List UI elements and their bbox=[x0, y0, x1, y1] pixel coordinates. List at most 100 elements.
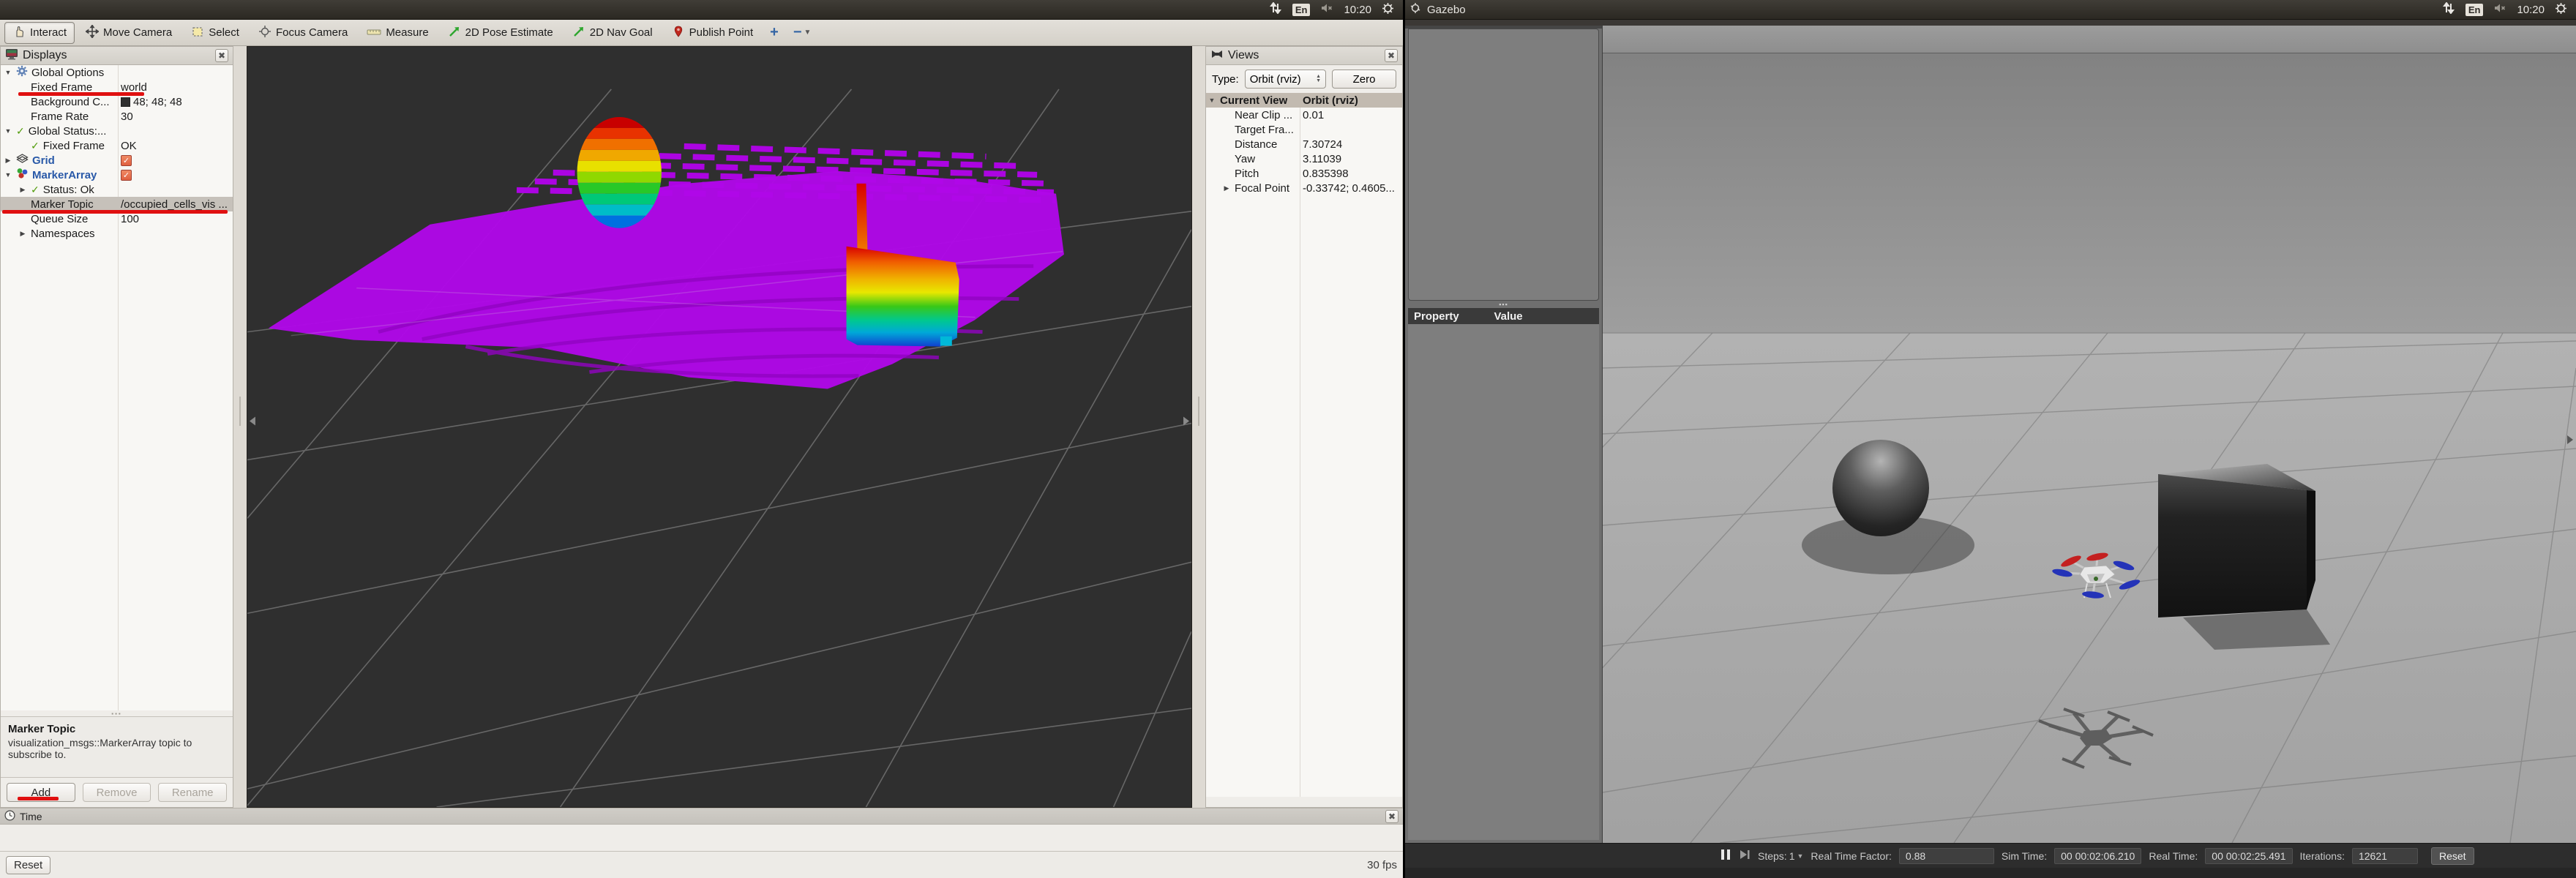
row-label: Fixed Frame bbox=[31, 80, 93, 94]
displays-remove-button: Remove bbox=[82, 783, 151, 802]
display-row-frame-rate[interactable]: Frame Rate 30 bbox=[1, 109, 233, 124]
display-row-background-c-[interactable]: Background C... 48; 48; 48 bbox=[1, 94, 233, 109]
row-value: world bbox=[121, 80, 147, 94]
remove-tool-button[interactable]: − ▼ bbox=[787, 24, 817, 41]
tool-publish-point[interactable]: Publish Point bbox=[664, 22, 762, 44]
close-icon[interactable]: ✖ bbox=[1385, 809, 1399, 823]
expander-open-icon[interactable]: ▼ bbox=[1208, 97, 1216, 104]
rtf-value: 0.88 bbox=[1898, 847, 1994, 864]
enabled-checkbox[interactable]: ✓ bbox=[121, 154, 132, 166]
expander-closed-icon[interactable]: ▶ bbox=[18, 230, 27, 238]
tool-focus-camera[interactable]: Focus Camera bbox=[250, 22, 356, 44]
display-row-global-status-[interactable]: ▼ ✓ Global Status:... bbox=[1, 124, 233, 138]
app-menu-title[interactable]: Gazebo bbox=[1427, 4, 1466, 16]
pose-arrow-icon bbox=[572, 25, 585, 41]
property-table-body[interactable] bbox=[1408, 324, 1599, 840]
session-gear-icon[interactable] bbox=[2555, 2, 2567, 18]
panel-resize-handle[interactable] bbox=[233, 46, 247, 808]
gazebo-sim-bar: Steps: 1 ▼ Real Time Factor: 0.88 Sim Ti… bbox=[1405, 843, 2576, 868]
expander-closed-icon[interactable]: ▶ bbox=[4, 157, 12, 165]
steps-value: 1 bbox=[1789, 849, 1795, 862]
rviz-3d-viewport[interactable] bbox=[247, 46, 1192, 808]
value-column: Value bbox=[1494, 309, 1523, 323]
marker-array-icon bbox=[16, 168, 29, 182]
gazebo-toolbar bbox=[1603, 26, 2576, 53]
expander-open-icon[interactable]: ▼ bbox=[4, 127, 12, 135]
view-prop-yaw[interactable]: Yaw 3.11039 bbox=[1206, 151, 1402, 166]
grid-icon bbox=[16, 154, 29, 167]
row-label: Grid bbox=[32, 154, 55, 167]
gazebo-reset-button[interactable]: Reset bbox=[2430, 847, 2474, 865]
octomap-wall-spike bbox=[856, 183, 868, 252]
pose-arrow-icon bbox=[448, 25, 461, 41]
steps-control[interactable]: Steps: 1 ▼ bbox=[1758, 850, 1803, 862]
tool-2d-pose-estimate[interactable]: 2D Pose Estimate bbox=[440, 22, 561, 44]
view-prop-target-fra-[interactable]: Target Fra... bbox=[1206, 122, 1402, 137]
displays-rename-button: Rename bbox=[158, 783, 228, 802]
row-label: Status: Ok bbox=[42, 183, 94, 196]
gazebo-window: ▪▪▪ Property Value Steps: 1 ▼ Real Time … bbox=[1405, 20, 2576, 878]
panel-splitter[interactable]: ▪▪▪ bbox=[1405, 301, 1602, 308]
row-value: /occupied_cells_vis ... bbox=[121, 198, 228, 211]
expander-open-icon[interactable]: ▼ bbox=[4, 69, 12, 76]
select-icon bbox=[191, 25, 204, 41]
gazebo-3d-viewport[interactable] bbox=[1603, 53, 2576, 843]
view-prop-near-clip-[interactable]: Near Clip ... 0.01 bbox=[1206, 108, 1402, 122]
time-title: Time bbox=[20, 810, 42, 822]
current-view-header[interactable]: ▼ Current View Orbit (rviz) bbox=[1206, 93, 1402, 108]
network-updown-icon[interactable] bbox=[1269, 1, 1282, 17]
tool-measure[interactable]: Measure bbox=[359, 22, 436, 44]
displays-add-button[interactable]: Add bbox=[7, 783, 75, 802]
spinner-icon[interactable]: ▲ ▼ bbox=[1316, 74, 1321, 83]
iterations-value: 12621 bbox=[2351, 847, 2418, 864]
zero-button[interactable]: Zero bbox=[1332, 70, 1396, 89]
display-row-grid[interactable]: ▶ Grid ✓ bbox=[1, 153, 233, 168]
view-prop-focal-point[interactable]: ▶ Focal Point -0.33742; 0.4605... bbox=[1206, 181, 1402, 195]
display-row-queue-size[interactable]: Queue Size 100 bbox=[1, 211, 233, 226]
views-buttons bbox=[1206, 797, 1402, 807]
clock[interactable]: 10:20 bbox=[2517, 4, 2545, 16]
display-row-global-options[interactable]: ▼ Global Options bbox=[1, 65, 233, 80]
close-icon[interactable]: ✖ bbox=[1385, 49, 1398, 62]
session-gear-icon[interactable] bbox=[1382, 2, 1394, 18]
panel-resize-handle[interactable] bbox=[1192, 46, 1205, 808]
network-updown-icon[interactable] bbox=[2442, 1, 2455, 17]
unit-box[interactable] bbox=[2158, 474, 2307, 618]
tool-select[interactable]: Select bbox=[183, 22, 247, 44]
expander-closed-icon[interactable]: ▶ bbox=[18, 186, 27, 194]
status-ok-icon: ✓ bbox=[16, 124, 25, 137]
unit-sphere[interactable] bbox=[1832, 440, 1929, 536]
sound-muted-icon[interactable] bbox=[2493, 3, 2506, 16]
add-tool-button[interactable]: + bbox=[764, 24, 785, 41]
reset-button[interactable]: Reset bbox=[6, 855, 51, 874]
display-row-fixed-frame[interactable]: ✓ Fixed Frame OK bbox=[1, 138, 233, 153]
step-icon[interactable] bbox=[1739, 849, 1751, 863]
display-row-markerarray[interactable]: ▼ MarkerArray ✓ bbox=[1, 168, 233, 182]
enabled-checkbox[interactable]: ✓ bbox=[121, 169, 132, 181]
panel-splitter[interactable]: ▪▪▪ bbox=[1, 710, 233, 717]
expander-closed-icon[interactable]: ▶ bbox=[1222, 184, 1231, 192]
sound-muted-icon[interactable] bbox=[1320, 3, 1333, 16]
display-row-marker-topic[interactable]: Marker Topic/occupied_cells_vis ... bbox=[1, 197, 233, 214]
red-underline-annotation bbox=[2, 210, 228, 214]
tool-interact[interactable]: Interact bbox=[4, 21, 75, 44]
clock[interactable]: 10:20 bbox=[1344, 4, 1371, 16]
chevron-down-icon: ▼ bbox=[1797, 852, 1804, 860]
color-swatch bbox=[121, 97, 130, 107]
gazebo-world-tree bbox=[1408, 29, 1599, 301]
keyboard-layout-indicator[interactable]: En bbox=[1292, 3, 1311, 16]
display-row-namespaces[interactable]: ▶ Namespaces bbox=[1, 226, 233, 241]
close-icon[interactable]: ✖ bbox=[215, 49, 228, 62]
view-prop-distance[interactable]: Distance 7.30724 bbox=[1206, 137, 1402, 151]
fps-label: 30 fps bbox=[1367, 858, 1397, 871]
view-type-combo[interactable]: Orbit (rviz) ▲ ▼ bbox=[1244, 70, 1326, 89]
pause-icon[interactable] bbox=[1720, 848, 1731, 863]
status-ok-icon: ✓ bbox=[31, 139, 40, 151]
expander-open-icon[interactable]: ▼ bbox=[4, 171, 12, 179]
tool-2d-nav-goal[interactable]: 2D Nav Goal bbox=[564, 22, 661, 44]
display-row-fixed-frame[interactable]: Fixed Frame world bbox=[1, 80, 233, 96]
tool-move-camera[interactable]: Move Camera bbox=[78, 22, 180, 44]
keyboard-layout-indicator[interactable]: En bbox=[2465, 3, 2484, 16]
view-prop-pitch[interactable]: Pitch 0.835398 bbox=[1206, 166, 1402, 181]
display-row-status-ok[interactable]: ▶ ✓ Status: Ok bbox=[1, 182, 233, 197]
